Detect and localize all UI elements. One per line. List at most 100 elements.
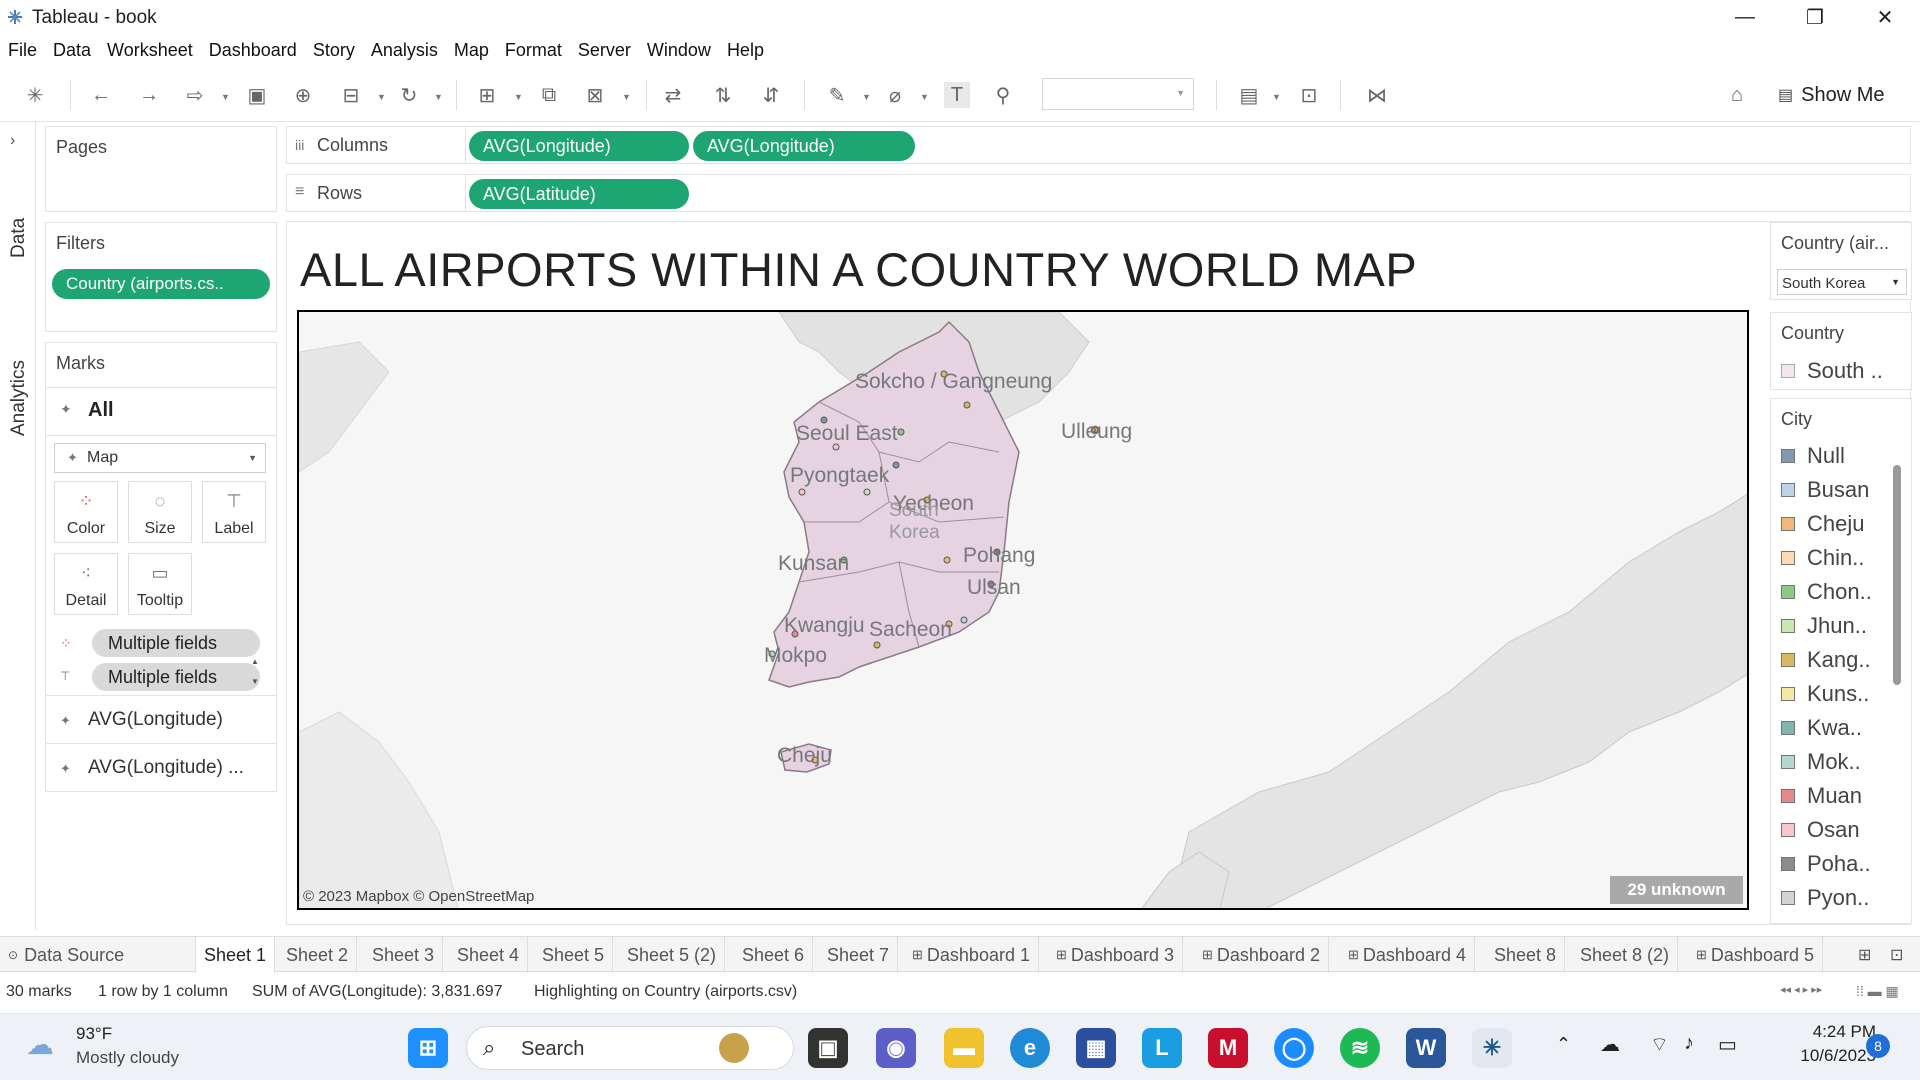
tab-sheet-5[interactable]: Sheet 5	[534, 937, 614, 973]
tab-dashboard-1[interactable]: ⊞ Dashboard 1	[904, 937, 1039, 973]
new-worksheet-icon[interactable]: ⊞	[474, 82, 500, 108]
tab-sheet-8-2[interactable]: Sheet 8 (2)	[1572, 937, 1679, 973]
label-button[interactable]: ⊤ Label	[202, 481, 266, 543]
menu-server[interactable]: Server	[578, 40, 631, 61]
tab-data-source[interactable]: ⊙ Data Source	[0, 937, 196, 973]
marks-layer-1[interactable]: AVG(Longitude)	[88, 709, 223, 731]
pause-updates-icon[interactable]: ⊟	[338, 82, 364, 108]
fix-axes-icon[interactable]: ⚲	[990, 82, 1016, 108]
tab-sheet-8[interactable]: Sheet 8	[1486, 937, 1566, 973]
show-mark-labels-icon[interactable]: T	[944, 82, 970, 108]
refresh-icon[interactable]: ↻	[396, 82, 422, 108]
menu-data[interactable]: Data	[53, 40, 91, 61]
new-worksheet-tab-icon[interactable]: ⊞	[1858, 945, 1871, 965]
tray-chevron-icon[interactable]: ⌃	[1556, 1034, 1571, 1055]
new-dashboard-tab-icon[interactable]: ⊡	[1890, 945, 1903, 965]
weather-desc[interactable]: Mostly cloudy	[76, 1048, 179, 1068]
presentation-mode-icon[interactable]: ⊡	[1296, 82, 1322, 108]
city-legend-item[interactable]: Kuns..	[1781, 679, 1869, 709]
tab-sheet-1[interactable]: Sheet 1	[196, 937, 276, 973]
tab-dashboard-4[interactable]: ⊞ Dashboard 4	[1340, 937, 1475, 973]
taskbar-search[interactable]: ⌕ Search	[466, 1026, 794, 1070]
tableau-home-icon[interactable]: ✳	[22, 82, 48, 108]
tab-dashboard-3[interactable]: ⊞ Dashboard 3	[1048, 937, 1183, 973]
close-button[interactable]: ✕	[1850, 0, 1920, 34]
legend-scrollbar[interactable]	[1893, 465, 1901, 685]
marks-all-label[interactable]: All	[88, 399, 114, 422]
menu-file[interactable]: File	[8, 40, 37, 61]
teams-icon[interactable]: ◉	[876, 1028, 916, 1068]
city-legend-item[interactable]: Kang..	[1781, 645, 1871, 675]
city-legend-item[interactable]: Chon..	[1781, 577, 1872, 607]
save-icon[interactable]: ▣	[244, 82, 270, 108]
alexa-icon[interactable]: ◯	[1274, 1028, 1314, 1068]
filter-pill-country[interactable]: Country (airports.cs..	[52, 269, 270, 299]
city-legend-item[interactable]: Null	[1781, 441, 1845, 471]
city-legend-item[interactable]: Chin..	[1781, 543, 1864, 573]
paint-format-icon[interactable]: ⌂	[1724, 82, 1750, 108]
menu-window[interactable]: Window	[647, 40, 711, 61]
weather-cloud-icon[interactable]: ☁	[26, 1028, 54, 1061]
tab-sheet-5-2[interactable]: Sheet 5 (2)	[619, 937, 726, 973]
maximize-button[interactable]: ❐	[1780, 0, 1850, 34]
highlight-icon[interactable]: ✎	[824, 82, 850, 108]
notification-badge[interactable]: 8	[1866, 1034, 1890, 1058]
redo-icon[interactable]: →	[136, 82, 162, 108]
replay-icon[interactable]: ⇨	[182, 82, 208, 108]
share-icon[interactable]: ⋈	[1364, 82, 1390, 108]
tab-dashboard-2[interactable]: ⊞ Dashboard 2	[1194, 937, 1329, 973]
battery-icon[interactable]: ▭	[1718, 1032, 1737, 1057]
view-mode-icons[interactable]: ⁞⁞ ▬ ▦	[1856, 983, 1899, 1000]
clock-time[interactable]: 4:24 PM	[1788, 1022, 1876, 1042]
country-filter-dropdown[interactable]: South Korea ▼	[1777, 269, 1907, 295]
city-legend-item[interactable]: Osan	[1781, 815, 1860, 845]
show-cards-icon[interactable]: ▤	[1236, 82, 1262, 108]
map-svg[interactable]: Sokcho / Gangneung Ulleung Seoul East Py…	[299, 312, 1749, 910]
columns-pill-longitude[interactable]: AVG(Longitude)	[693, 131, 915, 161]
city-legend-item[interactable]: Mok..	[1781, 747, 1861, 777]
store-icon[interactable]: ▦	[1076, 1028, 1116, 1068]
menu-dashboard[interactable]: Dashboard	[209, 40, 297, 61]
weather-temp[interactable]: 93°F	[76, 1024, 112, 1044]
minimize-button[interactable]: —	[1710, 0, 1780, 34]
map-attribution[interactable]: © 2023 Mapbox © OpenStreetMap	[303, 888, 534, 905]
word-icon[interactable]: W	[1406, 1028, 1446, 1068]
tab-nav-icons[interactable]: ◂◂ ◂ ▸ ▸▸	[1780, 983, 1822, 996]
columns-pill-longitude[interactable]: AVG(Longitude)	[469, 131, 689, 161]
tableau-taskbar-icon[interactable]: ✳	[1472, 1028, 1512, 1068]
city-legend-item[interactable]: Poha..	[1781, 849, 1871, 879]
file-explorer-icon[interactable]: ▬	[944, 1028, 984, 1068]
rows-pill-latitude[interactable]: AVG(Latitude)	[469, 179, 689, 209]
l-app-icon[interactable]: L	[1142, 1028, 1182, 1068]
menu-analysis[interactable]: Analysis	[371, 40, 438, 61]
task-view-icon[interactable]: ▣	[808, 1028, 848, 1068]
city-legend-item[interactable]: Muan	[1781, 781, 1862, 811]
city-legend-item[interactable]: Busan	[1781, 475, 1869, 505]
swap-rows-columns-icon[interactable]: ⇄	[660, 82, 686, 108]
tab-sheet-4[interactable]: Sheet 4	[449, 937, 529, 973]
menu-worksheet[interactable]: Worksheet	[107, 40, 193, 61]
country-legend-item[interactable]: South ..	[1781, 356, 1883, 386]
sort-ascending-icon[interactable]: ⇅	[710, 82, 736, 108]
tab-sheet-2[interactable]: Sheet 2	[278, 937, 358, 973]
clear-sheet-icon[interactable]: ⊠	[582, 82, 608, 108]
new-data-source-icon[interactable]: ⊕	[290, 82, 316, 108]
menu-story[interactable]: Story	[313, 40, 355, 61]
volume-icon[interactable]: ♪	[1684, 1032, 1694, 1055]
map-view[interactable]: Sokcho / Gangneung Ulleung Seoul East Py…	[297, 310, 1749, 910]
tab-sheet-7[interactable]: Sheet 7	[819, 937, 899, 973]
mark-type-dropdown[interactable]: ✦ Map ▼	[54, 443, 266, 473]
label-field-pill[interactable]: Multiple fields	[92, 663, 260, 691]
tab-sheet-6[interactable]: Sheet 6	[734, 937, 814, 973]
data-tab[interactable]: Data	[8, 218, 30, 258]
detail-button[interactable]: ⁖ Detail	[54, 553, 118, 615]
sort-descending-icon[interactable]: ⇵	[758, 82, 784, 108]
show-me-button[interactable]: ▤ Show Me	[1778, 80, 1885, 110]
onedrive-icon[interactable]: ☁	[1600, 1032, 1620, 1057]
fit-dropdown[interactable]: ▼	[1042, 78, 1194, 110]
analytics-tab[interactable]: Analytics	[8, 360, 30, 436]
city-legend-item[interactable]: Jhun..	[1781, 611, 1867, 641]
duplicate-sheet-icon[interactable]: ⧉	[536, 82, 562, 108]
city-legend-item[interactable]: Kwa..	[1781, 713, 1862, 743]
color-button[interactable]: ⁘ Color	[54, 481, 118, 543]
